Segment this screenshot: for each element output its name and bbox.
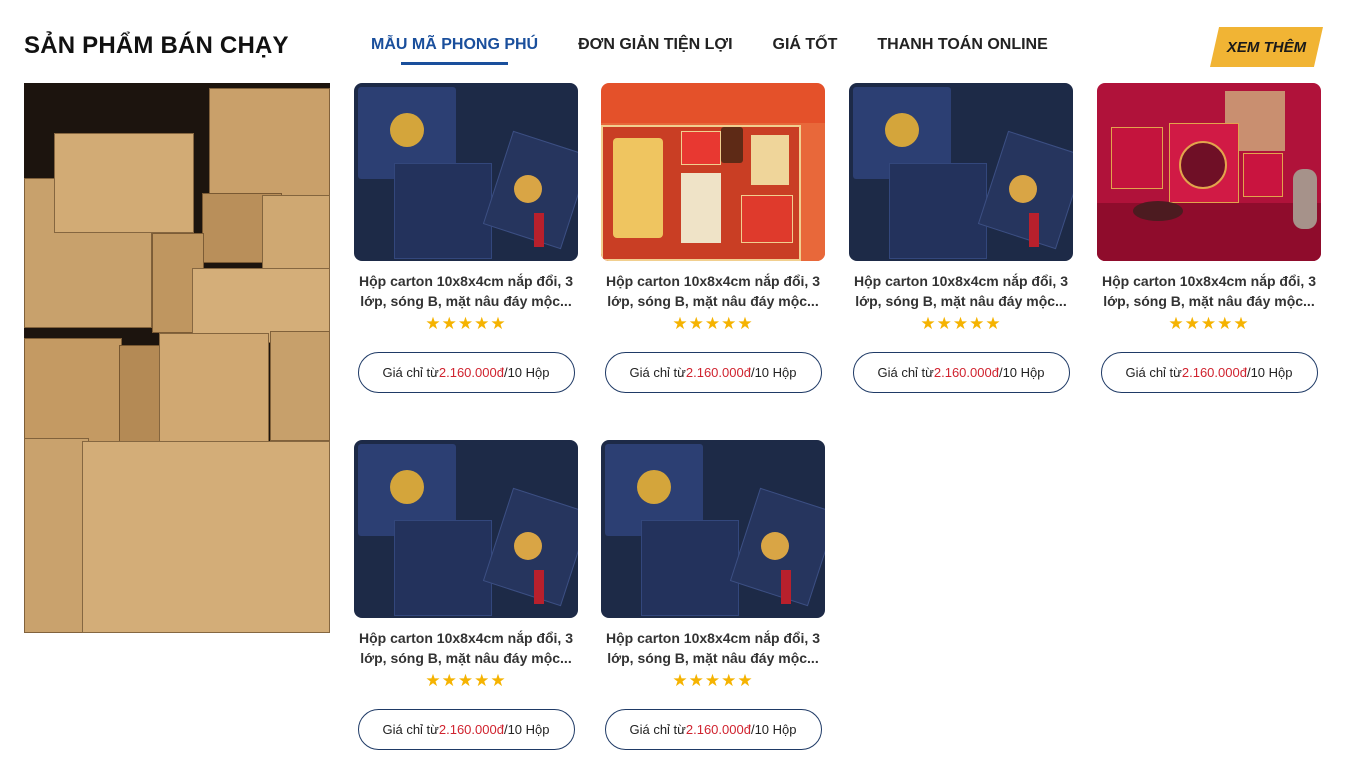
product-image[interactable]: [601, 83, 825, 261]
product-title[interactable]: Hộp carton 10x8x4cm nắp đổi, 3 lớp, sóng…: [849, 271, 1073, 311]
see-more-button[interactable]: XEM THÊM: [1210, 27, 1323, 67]
price-unit: /10 Hộp: [750, 722, 797, 737]
product-card[interactable]: Hộp carton 10x8x4cm nắp đổi, 3 lớp, sóng…: [849, 83, 1073, 393]
star-rating: ★★★★★: [1168, 314, 1250, 333]
tab-mau-ma-phong-phu[interactable]: MẪU MÃ PHONG PHÚ: [371, 36, 538, 66]
product-image[interactable]: [849, 83, 1073, 261]
price-amount: 2.160.000đ: [438, 365, 504, 380]
price-button[interactable]: Giá chỉ từ 2.160.000đ /10 Hộp: [852, 352, 1070, 393]
product-image[interactable]: [354, 83, 578, 261]
product-card[interactable]: Hộp carton 10x8x4cm nắp đổi, 3 lớp, sóng…: [601, 440, 825, 750]
price-amount: 2.160.000đ: [685, 722, 751, 737]
banner-image[interactable]: [24, 83, 330, 633]
price-button[interactable]: Giá chỉ từ 2.160.000đ /10 Hộp: [604, 352, 822, 393]
price-prefix: Giá chỉ từ: [877, 365, 934, 380]
price-unit: /10 Hộp: [1246, 365, 1293, 380]
product-image[interactable]: [354, 440, 578, 618]
price-unit: /10 Hộp: [998, 365, 1045, 380]
product-card[interactable]: Hộp carton 10x8x4cm nắp đổi, 3 lớp, sóng…: [354, 83, 578, 393]
price-amount: 2.160.000đ: [1181, 365, 1247, 380]
price-unit: /10 Hộp: [750, 365, 797, 380]
price-prefix: Giá chỉ từ: [629, 722, 686, 737]
price-prefix: Giá chỉ từ: [1125, 365, 1182, 380]
section-title: SẢN PHẨM BÁN CHẠY: [24, 32, 289, 59]
star-rating: ★★★★★: [920, 314, 1002, 333]
price-amount: 2.160.000đ: [438, 722, 504, 737]
product-title[interactable]: Hộp carton 10x8x4cm nắp đổi, 3 lớp, sóng…: [354, 628, 578, 668]
price-amount: 2.160.000đ: [933, 365, 999, 380]
price-button[interactable]: Giá chỉ từ 2.160.000đ /10 Hộp: [357, 709, 575, 750]
star-rating: ★★★★★: [425, 314, 507, 333]
price-amount: 2.160.000đ: [685, 365, 751, 380]
product-title[interactable]: Hộp carton 10x8x4cm nắp đổi, 3 lớp, sóng…: [601, 628, 825, 668]
price-prefix: Giá chỉ từ: [629, 365, 686, 380]
product-image[interactable]: [601, 440, 825, 618]
product-title[interactable]: Hộp carton 10x8x4cm nắp đổi, 3 lớp, sóng…: [1097, 271, 1321, 311]
tab-gia-tot[interactable]: GIÁ TỐT: [773, 36, 838, 66]
star-rating: ★★★★★: [672, 314, 754, 333]
star-rating: ★★★★★: [425, 671, 507, 690]
product-title[interactable]: Hộp carton 10x8x4cm nắp đổi, 3 lớp, sóng…: [601, 271, 825, 311]
product-title[interactable]: Hộp carton 10x8x4cm nắp đổi, 3 lớp, sóng…: [354, 271, 578, 311]
star-rating: ★★★★★: [672, 671, 754, 690]
price-button[interactable]: Giá chỉ từ 2.160.000đ /10 Hộp: [1100, 352, 1318, 393]
product-card[interactable]: Hộp carton 10x8x4cm nắp đổi, 3 lớp, sóng…: [601, 83, 825, 393]
price-unit: /10 Hộp: [503, 722, 550, 737]
product-image[interactable]: [1097, 83, 1321, 261]
price-prefix: Giá chỉ từ: [382, 722, 439, 737]
tab-don-gian-tien-loi[interactable]: ĐƠN GIẢN TIỆN LỢI: [578, 36, 732, 66]
price-prefix: Giá chỉ từ: [382, 365, 439, 380]
tab-bar: MẪU MÃ PHONG PHÚ ĐƠN GIẢN TIỆN LỢI GIÁ T…: [371, 36, 1088, 66]
product-card[interactable]: Hộp carton 10x8x4cm nắp đổi, 3 lớp, sóng…: [354, 440, 578, 750]
tab-thanh-toan-online[interactable]: THANH TOÁN ONLINE: [877, 36, 1047, 66]
price-button[interactable]: Giá chỉ từ 2.160.000đ /10 Hộp: [357, 352, 575, 393]
product-card[interactable]: Hộp carton 10x8x4cm nắp đổi, 3 lớp, sóng…: [1097, 83, 1321, 393]
price-unit: /10 Hộp: [503, 365, 550, 380]
price-button[interactable]: Giá chỉ từ 2.160.000đ /10 Hộp: [604, 709, 822, 750]
